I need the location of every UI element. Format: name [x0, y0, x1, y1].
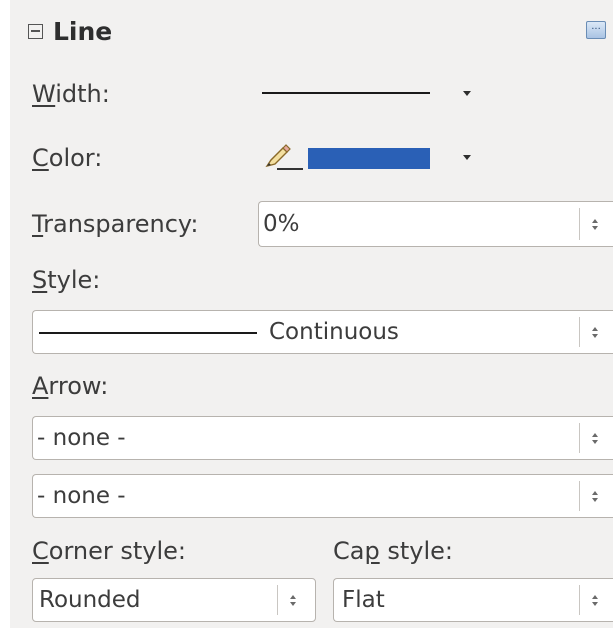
- transparency-value: 0%: [263, 211, 300, 237]
- cap-style-value: Flat: [342, 587, 385, 613]
- cap-style-label: Cap style:: [333, 537, 453, 565]
- transparency-spinbox[interactable]: 0%: [258, 201, 613, 247]
- corner-style-select[interactable]: Rounded: [32, 578, 316, 622]
- spin-arrows-icon: [579, 579, 611, 621]
- spin-arrows-icon[interactable]: [579, 202, 611, 246]
- panel-bottom-edge: [0, 628, 613, 634]
- width-dropdown[interactable]: [255, 76, 485, 112]
- spin-arrows-icon: [277, 579, 309, 621]
- chevron-down-icon: [463, 155, 471, 160]
- line-style-select[interactable]: Continuous: [32, 310, 613, 354]
- arrow-start-value: - none -: [37, 425, 126, 451]
- color-label: Color:: [32, 144, 103, 172]
- color-dropdown[interactable]: [255, 138, 485, 178]
- corner-style-label: Corner style:: [32, 537, 187, 565]
- line-properties-panel: Line ... Width: Color: Transparency: 0% …: [0, 0, 613, 634]
- panel-edge: [0, 0, 10, 634]
- line-width-preview: [262, 92, 430, 94]
- corner-style-value: Rounded: [39, 587, 141, 613]
- color-swatch: [308, 148, 430, 169]
- transparency-label: Transparency:: [32, 210, 199, 238]
- chevron-down-icon: [463, 91, 471, 96]
- pencil-icon: [265, 144, 303, 170]
- collapse-icon[interactable]: [28, 24, 43, 39]
- spin-arrows-icon: [579, 311, 611, 353]
- spin-arrows-icon: [579, 475, 611, 517]
- arrow-end-value: - none -: [37, 483, 126, 509]
- style-label: Style:: [32, 266, 101, 294]
- cap-style-select[interactable]: Flat: [333, 578, 613, 622]
- arrow-label: Arrow:: [32, 372, 109, 400]
- section-title: Line: [53, 16, 113, 46]
- line-style-preview: [39, 332, 257, 334]
- arrow-start-select[interactable]: - none -: [32, 416, 613, 460]
- spin-arrows-icon: [579, 417, 611, 459]
- arrow-end-select[interactable]: - none -: [32, 474, 613, 518]
- section-header[interactable]: Line: [28, 12, 588, 50]
- more-options-icon[interactable]: ...: [586, 21, 606, 39]
- width-label: Width:: [32, 80, 110, 108]
- line-style-value: Continuous: [269, 319, 399, 345]
